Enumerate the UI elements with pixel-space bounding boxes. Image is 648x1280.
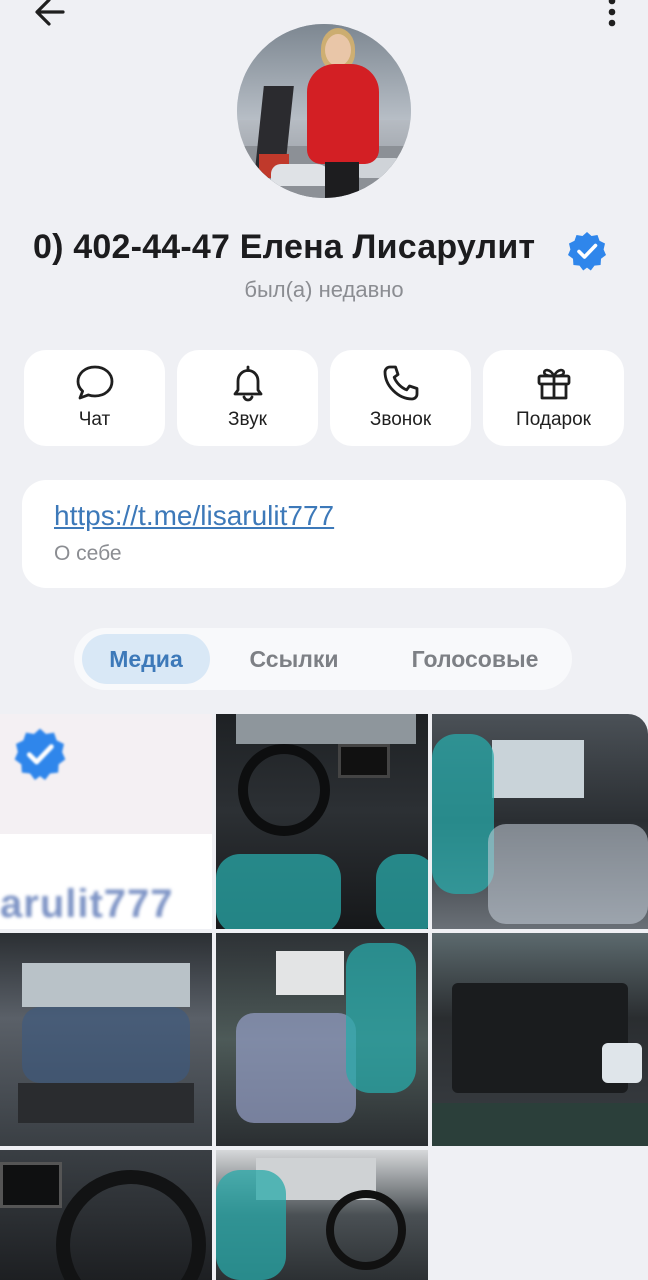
tile-trunk-floor	[18, 1083, 194, 1123]
tab-links[interactable]: Ссылки	[228, 634, 360, 684]
tab-voice[interactable]: Голосовые	[392, 634, 558, 684]
tile-windshield	[236, 714, 416, 744]
media-tile-trunk[interactable]	[0, 933, 212, 1146]
call-button-label: Звонок	[369, 409, 432, 430]
tile-seat-cover-right	[376, 854, 428, 929]
media-tile-interior-window[interactable]	[216, 1150, 428, 1280]
tile-blurred-text: arulit777	[0, 882, 174, 926]
media-tile-engine[interactable]	[432, 933, 648, 1146]
tile-grille	[432, 1103, 648, 1146]
more-options-button[interactable]	[602, 0, 622, 30]
profile-name: 0) 402-44-47 Елена Лисарулит	[33, 228, 536, 266]
action-buttons-row: Чат Звук Звонок Подарок	[24, 350, 624, 446]
sound-button-label: Звук	[228, 409, 267, 430]
media-tile-profile-screenshot[interactable]: arulit777	[0, 714, 212, 929]
more-vertical-icon	[608, 0, 616, 27]
tile-seat-cover-left	[216, 854, 341, 929]
call-button[interactable]: Звонок	[330, 350, 471, 446]
sound-button[interactable]: Звук	[177, 350, 318, 446]
chat-bubble-icon	[75, 363, 115, 403]
avatar-legs	[325, 162, 359, 198]
media-tile-instrument-cluster[interactable]	[0, 1150, 212, 1280]
gift-button[interactable]: Подарок	[483, 350, 624, 446]
media-grid: arulit777	[0, 714, 648, 1280]
tile-seat-cover	[22, 1007, 190, 1083]
tab-media[interactable]: Медиа	[82, 634, 210, 684]
tile-steering-wheel	[326, 1190, 406, 1270]
tile-seat-cover-rear	[488, 824, 648, 924]
bio-link[interactable]: https://t.me/lisarulit777	[54, 500, 334, 532]
tile-rear-window	[22, 963, 190, 1007]
chat-button[interactable]: Чат	[24, 350, 165, 446]
media-tile-rear-seats[interactable]	[432, 714, 648, 929]
arrow-left-icon	[35, 0, 65, 26]
profile-name-row: 0) 402-44-47 Елена Лисарулит	[0, 226, 648, 274]
bio-caption: О себе	[54, 542, 122, 565]
tile-side-window	[276, 951, 344, 995]
gift-button-label: Подарок	[516, 409, 591, 430]
gift-icon	[534, 363, 574, 403]
chat-button-label: Чат	[78, 409, 111, 430]
tile-seat-cover-front	[346, 943, 416, 1093]
tile-steering-wheel	[238, 744, 330, 836]
back-button[interactable]	[30, 0, 70, 30]
verified-badge-icon	[568, 232, 606, 271]
media-tile-seat-side[interactable]	[216, 933, 428, 1146]
profile-last-seen: был(а) недавно	[244, 277, 404, 302]
bio-card: https://t.me/lisarulit777 О себе	[22, 480, 626, 588]
tile-reservoir	[602, 1043, 642, 1083]
avatar-red-coat	[307, 64, 379, 164]
avatar-face	[325, 34, 351, 66]
tile-seat-cover-front	[432, 734, 494, 894]
tile-seat-cover-rear	[236, 1013, 356, 1123]
tile-display	[0, 1162, 62, 1208]
tile-seat-cover	[216, 1170, 286, 1280]
tile-side-window	[492, 740, 584, 798]
verified-badge-icon	[14, 728, 66, 780]
avatar-car	[271, 164, 331, 186]
profile-avatar[interactable]	[237, 24, 411, 198]
media-tile-car-dashboard[interactable]	[216, 714, 428, 929]
media-tabs: Медиа Ссылки Голосовые	[74, 628, 572, 690]
tile-screen	[338, 744, 390, 778]
phone-icon	[381, 363, 421, 403]
bell-icon	[228, 363, 268, 403]
tile-steering-wheel	[56, 1170, 206, 1280]
